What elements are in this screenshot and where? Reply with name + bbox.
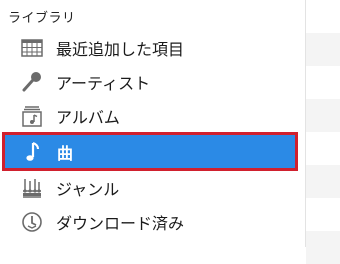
microphone-icon bbox=[20, 70, 44, 94]
sidebar-item-label: 曲 bbox=[57, 143, 74, 163]
sidebar-item-recently-added[interactable]: 最近追加した項目 bbox=[0, 31, 305, 65]
album-icon bbox=[20, 104, 44, 128]
sidebar-item-genres[interactable]: ジャンル bbox=[0, 171, 305, 205]
list-row-stripe bbox=[306, 231, 340, 264]
calendar-grid-icon bbox=[20, 36, 44, 60]
sidebar-item-songs[interactable]: 曲 bbox=[2, 132, 298, 171]
sidebar-item-label: アルバム bbox=[56, 108, 120, 127]
list-row-stripe bbox=[306, 165, 340, 198]
sidebar-item-label: アーティスト bbox=[56, 74, 151, 93]
content-panel bbox=[305, 0, 340, 264]
genre-icon bbox=[20, 176, 44, 200]
sidebar-item-label: 最近追加した項目 bbox=[56, 40, 185, 59]
sidebar-item-label: ジャンル bbox=[56, 180, 120, 199]
download-clock-icon bbox=[20, 210, 44, 234]
list-row-stripe bbox=[306, 99, 340, 132]
list-row-stripe bbox=[306, 33, 340, 66]
sidebar-item-albums[interactable]: アルバム bbox=[0, 99, 305, 133]
library-section-header: ライブラリ bbox=[8, 11, 76, 26]
music-note-icon bbox=[21, 140, 45, 164]
library-sidebar: ライブラリ 最近追加した項目 アーティスト アルバム 曲 ジャンル ダウンロード… bbox=[0, 0, 305, 247]
sidebar-item-artists[interactable]: アーティスト bbox=[0, 65, 305, 99]
sidebar-item-label: ダウンロード済み bbox=[56, 214, 185, 233]
sidebar-item-downloaded[interactable]: ダウンロード済み bbox=[0, 205, 305, 239]
